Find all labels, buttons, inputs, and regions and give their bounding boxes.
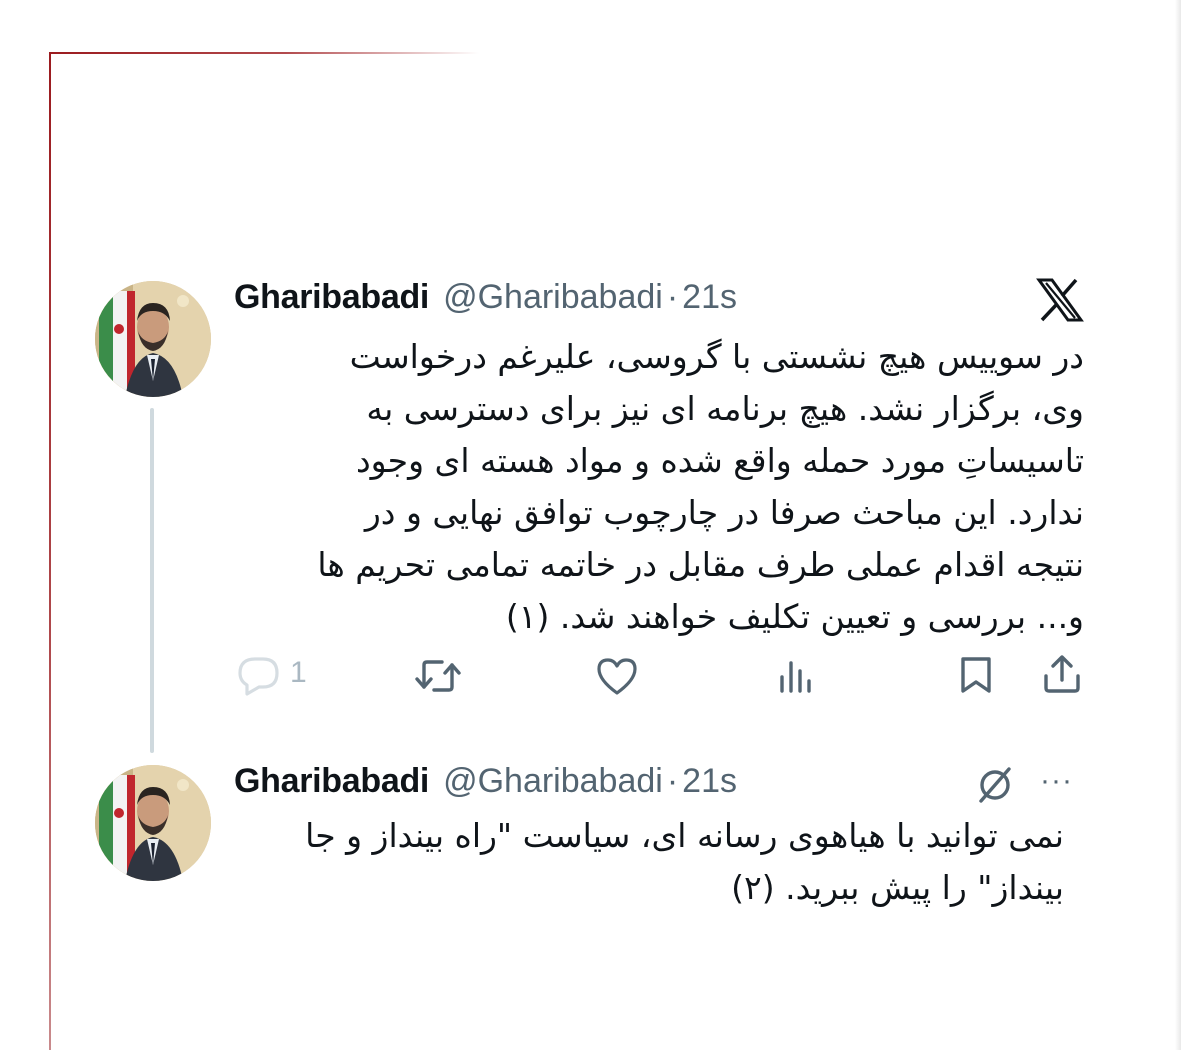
edit-slash-icon[interactable] xyxy=(974,764,1016,806)
tweet-line: بینداز" را پیش ببرید. (۲) xyxy=(731,868,1064,907)
tweet-text: نمی توانید با هیاهوی رسانه ای، سیاست "را… xyxy=(236,810,1064,914)
share-icon[interactable] xyxy=(1042,654,1082,694)
timestamp[interactable]: 21s xyxy=(682,762,737,801)
more-icon[interactable]: ··· xyxy=(1040,764,1073,798)
separator-dot: · xyxy=(666,762,679,800)
timestamp[interactable]: 21s xyxy=(682,278,737,317)
tweet-line: نمی توانید با هیاهوی رسانه ای، سیاست "را… xyxy=(305,816,1064,855)
x-logo-icon[interactable] xyxy=(1036,278,1084,322)
reply-icon[interactable] xyxy=(237,656,281,696)
tweet-header: Gharibabadi @Gharibabadi · 21s xyxy=(234,762,737,801)
retweet-icon[interactable] xyxy=(414,657,462,695)
tweet-line: در سوییس هیچ نشستی با گروسی، علیرغم درخو… xyxy=(349,337,1084,376)
user-handle[interactable]: @Gharibabadi xyxy=(443,278,663,317)
tweet-line: نتیجه اقدام عملی طرف مقابل در خاتمه تمام… xyxy=(317,545,1084,584)
frame-border-left xyxy=(49,52,51,1050)
display-name[interactable]: Gharibabadi xyxy=(234,278,429,317)
views-icon[interactable] xyxy=(778,657,816,695)
page-edge-shadow xyxy=(1175,0,1181,1050)
tweet-text: در سوییس هیچ نشستی با گروسی، علیرغم درخو… xyxy=(236,331,1084,643)
bookmark-icon[interactable] xyxy=(958,655,994,695)
avatar[interactable] xyxy=(95,765,211,881)
thread-connector xyxy=(150,408,154,753)
avatar[interactable] xyxy=(95,281,211,397)
separator-dot: · xyxy=(666,278,679,316)
display-name[interactable]: Gharibabadi xyxy=(234,762,429,801)
tweet-line: و... بررسی و تعیین تکلیف خواهند شد. (۱) xyxy=(505,597,1084,636)
user-handle[interactable]: @Gharibabadi xyxy=(443,762,663,801)
tweet-line: تاسیساتِ مورد حمله واقع شده و مواد هسته … xyxy=(355,441,1084,480)
like-icon[interactable] xyxy=(595,656,639,696)
tweet-line: ندارد. این مباحث صرفا در چارچوب توافق نه… xyxy=(364,493,1084,532)
tweet-header: Gharibabadi @Gharibabadi · 21s xyxy=(234,278,737,317)
reply-count: 1 xyxy=(290,656,307,689)
tweet-line: وی، برگزار نشد. هیچ برنامه ای نیز برای د… xyxy=(366,389,1084,428)
frame-border-top xyxy=(49,52,479,54)
